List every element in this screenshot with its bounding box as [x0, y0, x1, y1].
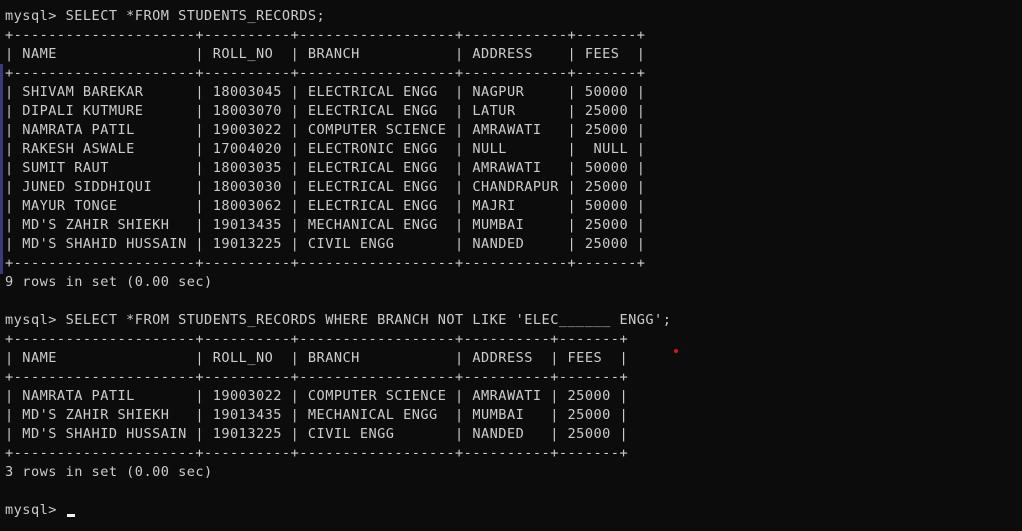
red-dot-marker — [674, 349, 678, 353]
table-row: | MD'S ZAHIR SHIEKH | 19013435 | MECHANI… — [5, 217, 646, 233]
table-header-row: | NAME | ROLL_NO | BRANCH | ADDRESS | FE… — [5, 350, 629, 366]
result-summary: 3 rows in set (0.00 sec) — [5, 464, 213, 480]
table-row: | MAYUR TONGE | 18003062 | ELECTRICAL EN… — [5, 198, 646, 214]
table-row: | NAMRATA PATIL | 19003022 | COMPUTER SC… — [5, 122, 646, 138]
table-border-line: +---------------------+----------+------… — [5, 255, 646, 271]
table-row: | SHIVAM BAREKAR | 18003045 | ELECTRICAL… — [5, 84, 646, 100]
terminal-line: mysql> SELECT *FROM STUDENTS_RECORDS; — [5, 8, 326, 24]
prompt-text: mysql> — [5, 502, 66, 518]
result-summary: 9 rows in set (0.00 sec) — [5, 274, 213, 290]
table-row: | NAMRATA PATIL | 19003022 | COMPUTER SC… — [5, 388, 629, 404]
table-row: | SUMIT RAUT | 18003035 | ELECTRICAL ENG… — [5, 160, 646, 176]
table-row: | MD'S SHAHID HUSSAIN | 19013225 | CIVIL… — [5, 426, 629, 442]
table-header-row: | NAME | ROLL_NO | BRANCH | ADDRESS | FE… — [5, 46, 646, 62]
terminal-line: mysql> SELECT *FROM STUDENTS_RECORDS WHE… — [5, 312, 672, 328]
table-border-line: +---------------------+----------+------… — [5, 369, 629, 385]
table-row: | DIPALI KUTMURE | 18003070 | ELECTRICAL… — [5, 103, 646, 119]
table-row: | RAKESH ASWALE | 17004020 | ELECTRONIC … — [5, 141, 646, 157]
table-border-line: +---------------------+----------+------… — [5, 65, 646, 81]
text-cursor — [66, 514, 75, 517]
table-row: | MD'S SHAHID HUSSAIN | 19013225 | CIVIL… — [5, 236, 646, 252]
window-edge-strip — [0, 64, 3, 274]
table-border-line: +---------------------+----------+------… — [5, 445, 629, 461]
table-border-line: +---------------------+----------+------… — [5, 331, 629, 347]
table-row: | MD'S ZAHIR SHIEKH | 19013435 | MECHANI… — [5, 407, 629, 423]
table-border-line: +---------------------+----------+------… — [5, 27, 646, 43]
command-prompt-line[interactable]: mysql> — [5, 501, 671, 520]
terminal-output[interactable]: mysql> SELECT *FROM STUDENTS_RECORDS; +--… — [5, 7, 671, 520]
table-row: | JUNED SIDDHIQUI | 18003030 | ELECTRICA… — [5, 179, 646, 195]
